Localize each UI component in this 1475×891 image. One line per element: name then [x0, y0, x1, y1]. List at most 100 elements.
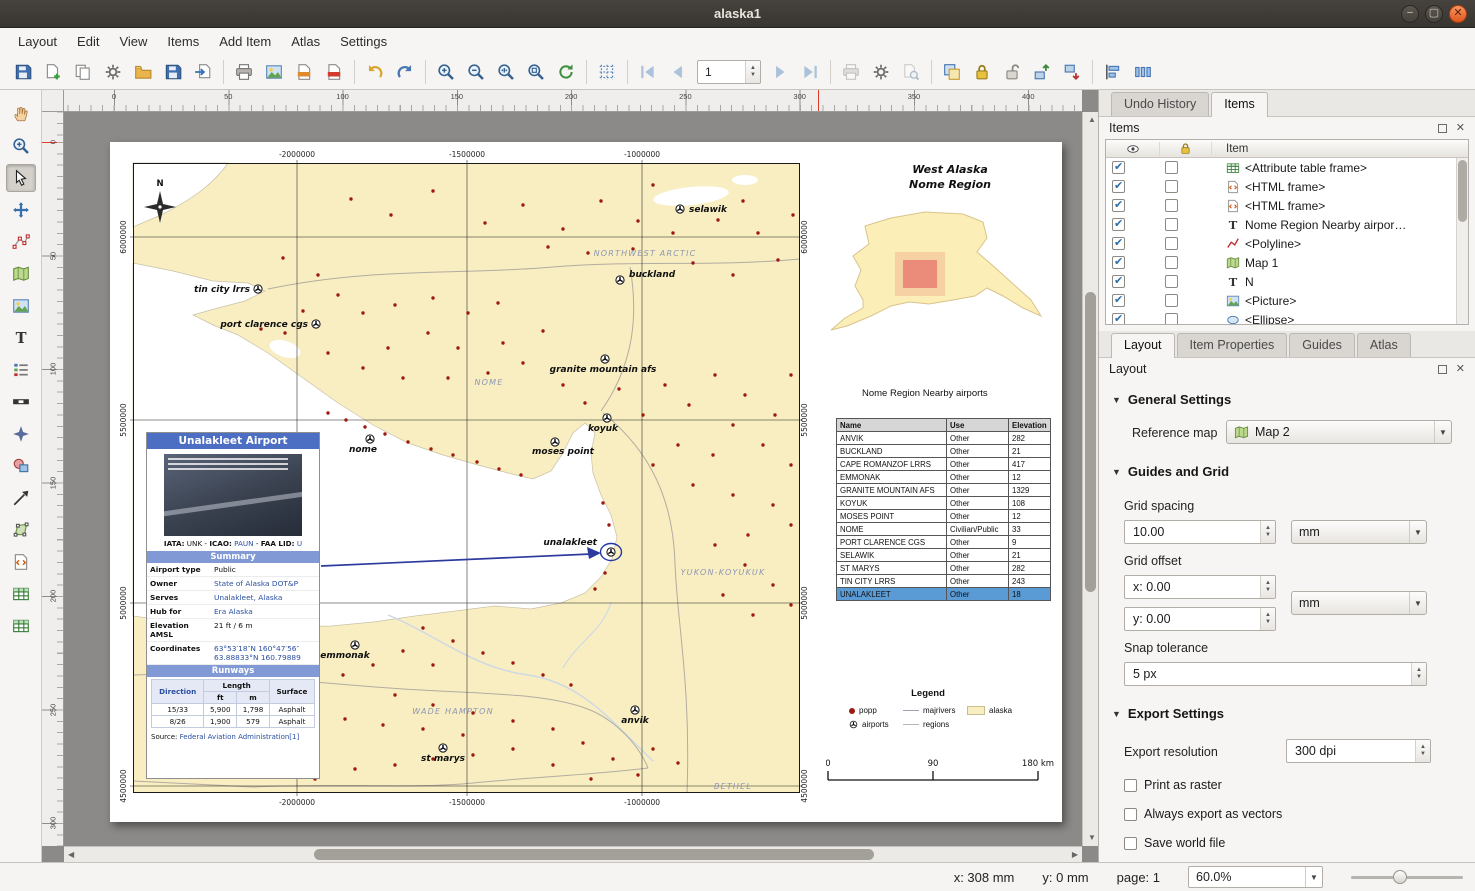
grid-offset-x-spinbox[interactable]: x: 0.00 ▲▼ — [1124, 575, 1276, 599]
select-move-item-tool[interactable] — [6, 164, 36, 192]
airport-row-st-marys[interactable]: ST MARYSOther282 — [837, 562, 1051, 575]
add-legend-tool[interactable] — [6, 356, 36, 384]
add-fixed-table-tool[interactable] — [6, 612, 36, 640]
airport-row-unalakleet[interactable]: UNALAKLEETOther18 — [837, 588, 1051, 601]
lock-checkbox[interactable] — [1165, 180, 1178, 193]
open-layout-button[interactable] — [128, 57, 158, 87]
airport-row-nome[interactable]: NOMECivilian/Public33 — [837, 523, 1051, 536]
zoom-tool-tool[interactable] — [6, 132, 36, 160]
airport-row-emmonak[interactable]: EMMONAKOther12 — [837, 471, 1051, 484]
layout-canvas[interactable]: selawikbucklandtin city lrrsport clarenc… — [64, 112, 1082, 846]
items-scrollbar[interactable] — [1456, 158, 1468, 324]
checkbox-always-export-as-vectors[interactable]: Always export as vectors — [1124, 807, 1282, 821]
airport-row-anvik[interactable]: ANVIKOther282 — [837, 432, 1051, 445]
lock-checkbox[interactable] — [1165, 313, 1178, 325]
add-label-tool[interactable] — [6, 324, 36, 352]
dock-tab-undo-history[interactable]: Undo History — [1111, 92, 1209, 116]
airports-table-title[interactable]: Nome Region Nearby airports — [862, 388, 988, 399]
visibility-checkbox[interactable] — [1112, 256, 1125, 269]
pan-layout-tool[interactable] — [6, 100, 36, 128]
airport-row-buckland[interactable]: BUCKLANDOther21 — [837, 445, 1051, 458]
grid-offset-y-spinbox[interactable]: y: 0.00 ▲▼ — [1124, 607, 1276, 631]
zoom-actual-button[interactable] — [491, 57, 521, 87]
lock-checkbox[interactable] — [1165, 294, 1178, 307]
preview-atlas-button[interactable] — [896, 57, 926, 87]
checkbox-save-world-file[interactable]: Save world file — [1124, 836, 1225, 850]
atlas-prev-button[interactable] — [663, 57, 693, 87]
chevron-down-icon[interactable]: ▼ — [1409, 521, 1426, 543]
source-link[interactable]: [1] — [289, 733, 299, 741]
items-scrollbar-thumb[interactable] — [1458, 160, 1467, 222]
undo-button[interactable] — [360, 57, 390, 87]
unalakleet-infobox[interactable]: Unalakleet Airport IATA: UNK - ICAO: PAU… — [146, 432, 320, 779]
items-row-attribute-table-frame[interactable]: <Attribute table frame> — [1106, 158, 1468, 177]
zoom-slider-knob[interactable] — [1393, 870, 1407, 884]
show-grid-button[interactable] — [592, 57, 622, 87]
vertical-scrollbar[interactable]: ▲ ▼ — [1082, 112, 1098, 846]
airports-attribute-table[interactable]: NameUseElevation ANVIKOther282BUCKLANDOt… — [836, 418, 1051, 601]
float-panel-icon[interactable] — [1438, 124, 1447, 133]
add-attribute-table-tool[interactable] — [6, 580, 36, 608]
lock-checkbox[interactable] — [1165, 237, 1178, 250]
visibility-checkbox[interactable] — [1112, 313, 1125, 325]
menu-items[interactable]: Items — [157, 31, 209, 52]
vertical-ruler[interactable]: 050100150200250300 — [42, 112, 64, 846]
panel-tab-item-properties[interactable]: Item Properties — [1177, 333, 1288, 357]
scroll-up-arrow[interactable]: ▲ — [1088, 112, 1096, 128]
visibility-checkbox[interactable] — [1112, 237, 1125, 250]
grid-spacing-spinbox[interactable]: 10.00 ▲▼ — [1124, 520, 1276, 544]
layout-manager-button[interactable] — [98, 57, 128, 87]
close-panel-icon[interactable]: ✕ — [1456, 365, 1465, 374]
atlas-page-spinbox[interactable]: 1▲▼ — [697, 60, 761, 84]
group-items-button[interactable] — [937, 57, 967, 87]
menu-layout[interactable]: Layout — [8, 31, 67, 52]
runways-col-direction[interactable]: Direction — [152, 680, 204, 704]
lock-checkbox[interactable] — [1165, 161, 1178, 174]
infobox-link[interactable]: PAUN — [232, 539, 254, 548]
menu-view[interactable]: View — [109, 31, 157, 52]
lock-checkbox[interactable] — [1165, 218, 1178, 231]
chevron-down-icon[interactable]: ▼ — [1305, 867, 1322, 887]
distribute-items-button[interactable] — [1128, 57, 1158, 87]
titlebar[interactable]: alaska1 −▢✕ — [0, 0, 1475, 28]
items-row-html-frame[interactable]: <HTML frame> — [1106, 177, 1468, 196]
zoom-in-button[interactable] — [431, 57, 461, 87]
add-arrow-tool[interactable] — [6, 484, 36, 512]
visibility-checkbox[interactable] — [1112, 161, 1125, 174]
export-as-svg-button[interactable] — [289, 57, 319, 87]
menu-add-item[interactable]: Add Item — [209, 31, 281, 52]
save-project-button[interactable] — [8, 57, 38, 87]
items-row-n[interactable]: N — [1106, 272, 1468, 291]
export-as-pdf-button[interactable] — [319, 57, 349, 87]
zoom-level-combobox[interactable]: 60.0% ▼ — [1188, 866, 1323, 888]
redo-button[interactable] — [390, 57, 420, 87]
atlas-last-button[interactable] — [795, 57, 825, 87]
panel-tab-layout[interactable]: Layout — [1111, 333, 1175, 358]
close-button[interactable]: ✕ — [1449, 5, 1467, 23]
source-link[interactable]: Federal Aviation Administration — [180, 733, 290, 741]
airport-row-granite-mountain-afs[interactable]: GRANITE MOUNTAIN AFSOther1329 — [837, 484, 1051, 497]
grid-spacing-unit-combobox[interactable]: mm ▼ — [1291, 520, 1427, 544]
items-row-nome-region-nearby-airpor[interactable]: Nome Region Nearby airpor… — [1106, 215, 1468, 234]
refresh-view-button[interactable] — [551, 57, 581, 87]
menu-settings[interactable]: Settings — [330, 31, 397, 52]
guides-grid-group[interactable]: ▼Guides and Grid — [1112, 464, 1229, 479]
airport-row-koyuk[interactable]: KOYUKOther108 — [837, 497, 1051, 510]
visibility-checkbox[interactable] — [1112, 199, 1125, 212]
export-resolution-spinbox[interactable]: 300 dpi ▲▼ — [1286, 739, 1431, 763]
add-html-tool[interactable] — [6, 548, 36, 576]
chevron-down-icon[interactable]: ▼ — [1409, 592, 1426, 614]
lock-checkbox[interactable] — [1165, 275, 1178, 288]
lock-checkbox[interactable] — [1165, 199, 1178, 212]
items-row-polyline[interactable]: <Polyline> — [1106, 234, 1468, 253]
zoom-out-button[interactable] — [461, 57, 491, 87]
add-items-from-template-button[interactable] — [188, 57, 218, 87]
vertical-scrollbar-thumb[interactable] — [1085, 292, 1096, 592]
export-settings-group[interactable]: ▼Export Settings — [1112, 706, 1224, 721]
general-settings-group[interactable]: ▼General Settings — [1112, 392, 1231, 407]
dock-tab-items[interactable]: Items — [1211, 92, 1268, 117]
zoom-slider[interactable] — [1351, 867, 1463, 887]
snap-tolerance-spinbox[interactable]: 5 px ▲▼ — [1124, 662, 1427, 686]
close-panel-icon[interactable]: ✕ — [1456, 124, 1465, 133]
summary-value[interactable]: 63°53′18″N 160°47′56″63.88833°N 160.7988… — [211, 642, 319, 664]
